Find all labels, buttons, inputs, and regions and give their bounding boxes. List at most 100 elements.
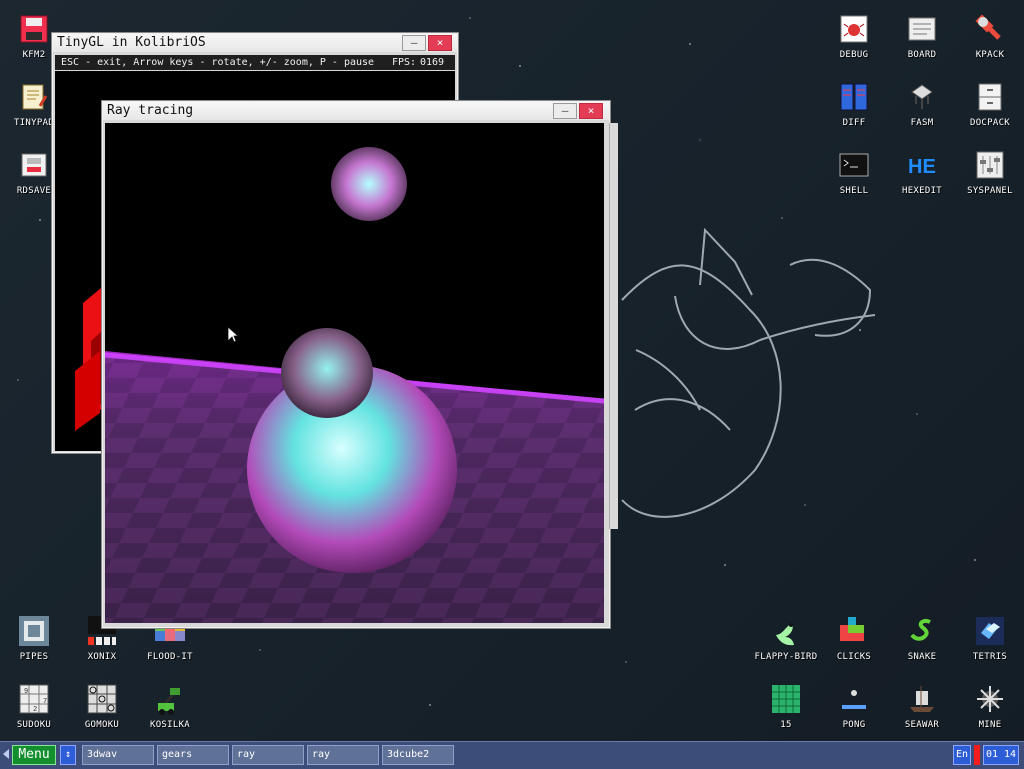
desktop-icon-label: KPACK (975, 50, 1005, 60)
settings-sliders-icon (973, 148, 1007, 182)
desktop-icon-label: SNAKE (907, 652, 937, 662)
desktop-icon-label: 15 (780, 720, 792, 730)
sudoku-grid-icon: 9 72 (17, 682, 51, 716)
desktop-icon-docpack[interactable]: DOCPACK (956, 80, 1024, 142)
snake-icon (905, 614, 939, 648)
desktop-icon-kosilka[interactable]: KOSILKA (136, 682, 204, 744)
ray-tracing-titlebar[interactable]: Ray tracing — × (103, 102, 609, 120)
svg-text:HE: HE (908, 156, 936, 177)
desktop-icon-label: TETRIS (972, 652, 1008, 662)
wrench-icon (973, 12, 1007, 46)
tree-house-art (621, 227, 876, 518)
board-icon (905, 12, 939, 46)
svg-text:9: 9 (24, 688, 28, 696)
window-title: TinyGL in KolibriOS (57, 35, 206, 50)
taskbar-item-ray[interactable]: ray (232, 745, 304, 765)
desktop-icon-seawar[interactable]: SEAWAR (888, 682, 956, 744)
desktop-icon-board[interactable]: BOARD (888, 12, 956, 74)
ray-tracing-window[interactable]: Ray tracing — × (101, 100, 618, 629)
mouse-pointer-icon (228, 327, 238, 343)
tinygl-titlebar[interactable]: TinyGL in KolibriOS — × (53, 34, 457, 52)
desktop-icon-pong[interactable]: PONG (820, 682, 888, 744)
compare-files-icon (837, 80, 871, 114)
desktop-icon-sudoku[interactable]: 9 72 SUDOKU (0, 682, 68, 744)
desktop-icon-flappy-bird[interactable]: FLAPPY-BIRD (752, 614, 820, 676)
desktop-icon-label: BOARD (907, 50, 937, 60)
keyboard-help-text: ESC - exit, Arrow keys - rotate, +/- zoo… (61, 57, 375, 68)
desktop-icon-gomoku[interactable]: GOMOKU (68, 682, 136, 744)
desktop-icon-hexedit[interactable]: HE HEXEDIT (888, 148, 956, 210)
desktop-icon-label: DEBUG (839, 50, 869, 60)
ray-tracing-canvas[interactable] (105, 123, 604, 623)
desktop-icon-label: PONG (842, 720, 866, 730)
desktop-icon-kpack[interactable]: KPACK (956, 12, 1024, 74)
desktop-icon-15[interactable]: 15 (752, 682, 820, 744)
close-button[interactable]: × (579, 103, 603, 119)
tetris-icon (973, 614, 1007, 648)
rendered-scene (105, 147, 604, 623)
desktop-icon-clicks[interactable]: CLICKS (820, 614, 888, 676)
taskbar-item-3dcube2[interactable]: 3dcube2 (382, 745, 454, 765)
close-button[interactable]: × (428, 35, 452, 51)
desktop-icon-label: DOCPACK (969, 118, 1011, 128)
hex-editor-icon: HE (905, 148, 939, 182)
desktop-icon-label: FLOOD-IT (147, 652, 193, 662)
desktop-icon-label: MINE (978, 720, 1002, 730)
desktop-icon-pipes[interactable]: PIPES (0, 614, 68, 676)
taskbar-item-ray-second[interactable]: ray (307, 745, 379, 765)
clock[interactable]: 01 14 (983, 745, 1019, 765)
assembler-icon (905, 80, 939, 114)
lawn-mower-icon (153, 682, 187, 716)
desktop-icon-label: CLICKS (836, 652, 872, 662)
desktop-icon-label: FLAPPY-BIRD (754, 652, 818, 662)
ray-window-side-border (609, 123, 618, 529)
left-edge-arrow[interactable] (3, 749, 9, 759)
disk-drive-icon (17, 148, 51, 182)
taskbar-item-gears[interactable]: gears (157, 745, 229, 765)
board-game-icon (85, 682, 119, 716)
language-indicator[interactable]: En (953, 745, 971, 765)
desktop-icon-label: SYSPANEL (967, 186, 1013, 196)
switch-button[interactable]: ↕ (60, 745, 76, 765)
text-editor-icon (17, 80, 51, 114)
desktop-icon-label: KOSILKA (149, 720, 191, 730)
desktop-icon-tetris[interactable]: TETRIS (956, 614, 1024, 676)
minimize-button[interactable]: — (402, 35, 426, 51)
floppy-icon (17, 12, 51, 46)
desktop-icon-label: PIPES (19, 652, 49, 662)
fifteen-puzzle-icon (769, 682, 803, 716)
svg-text:7: 7 (43, 698, 47, 706)
status-strip: ESC - exit, Arrow keys - rotate, +/- zoo… (55, 55, 455, 70)
cabinet-icon (973, 80, 1007, 114)
minimize-button[interactable]: — (553, 103, 577, 119)
fps-label: FPS: (392, 57, 417, 68)
start-menu-button[interactable]: Menu (12, 745, 56, 765)
desktop-icon-syspanel[interactable]: SYSPANEL (956, 148, 1024, 210)
desktop-icon-shell[interactable]: SHELL (820, 148, 888, 210)
desktop-icon-label: SEAWAR (904, 720, 940, 730)
desktop-icon-label: FASM (910, 118, 934, 128)
window-title: Ray tracing (107, 103, 194, 118)
desktop-icon-label: SUDOKU (16, 720, 52, 730)
desktop-icon-label: HEXEDIT (901, 186, 943, 196)
fps-value: 0169 (420, 57, 445, 68)
desktop-icon-label: SHELL (839, 186, 869, 196)
desktop-icon-fasm[interactable]: FASM (888, 80, 956, 142)
ship-icon (905, 682, 939, 716)
mine-icon (973, 682, 1007, 716)
blocks-icon (837, 614, 871, 648)
desktop-icon-mine[interactable]: MINE (956, 682, 1024, 744)
desktop-icon-label: GOMOKU (84, 720, 120, 730)
bird-icon (769, 614, 803, 648)
desktop-icon-debug[interactable]: DEBUG (820, 12, 888, 74)
desktop-icon-diff[interactable]: DIFF (820, 80, 888, 142)
desktop-icon-label: DIFF (842, 118, 866, 128)
desktop-icon-label: XONIX (87, 652, 117, 662)
svg-text:2: 2 (33, 706, 37, 714)
taskbar-item-3dwav[interactable]: 3dwav (82, 745, 154, 765)
desktop-icon-snake[interactable]: SNAKE (888, 614, 956, 676)
status-indicator (974, 745, 980, 765)
taskbar: Menu ↕ 3dwav gears ray ray 3dcube2 En 01… (0, 741, 1024, 769)
bug-window-icon (837, 12, 871, 46)
pipes-icon (17, 614, 51, 648)
